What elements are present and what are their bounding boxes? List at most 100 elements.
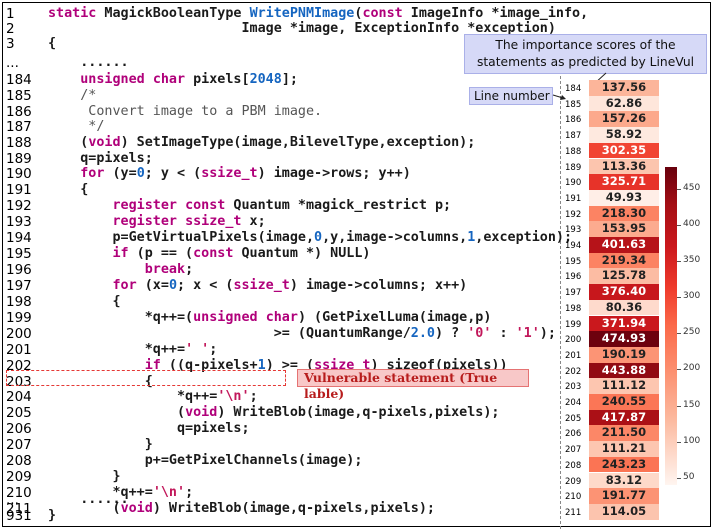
colorbar-tick xyxy=(677,260,681,262)
colorbar-tick-label: 300 xyxy=(683,291,701,302)
line-number: 204 xyxy=(6,389,32,405)
vulnerable-line-highlight xyxy=(6,370,286,386)
colorbar-tick-label: 350 xyxy=(683,254,701,265)
line-number: 196 xyxy=(6,262,32,278)
line-number: 200 xyxy=(6,326,32,342)
line-number: 197 xyxy=(6,278,32,294)
importance-score-cell: 302.35 xyxy=(589,142,659,159)
line-number: 188 xyxy=(6,135,32,151)
heatmap-line-number: 200 xyxy=(565,335,582,346)
heatmap-line-number: 210 xyxy=(565,492,582,503)
importance-score-cell: 83.12 xyxy=(589,472,659,489)
importance-score-cell: 58.92 xyxy=(589,127,659,143)
code-line: { xyxy=(48,294,121,309)
code-line: if (p == (const Quantum *) NULL) xyxy=(112,246,371,261)
line-number: 199 xyxy=(6,310,32,326)
code-line: /* xyxy=(48,88,97,103)
code-line: static MagickBooleanType WritePNMImage(c… xyxy=(48,6,589,21)
code-line: for (y=0; y < (ssize_t) image->rows; y++… xyxy=(80,166,411,181)
line-number: 192 xyxy=(6,198,32,214)
code-line: *q++=' '; xyxy=(48,342,218,357)
code-line: */ xyxy=(48,119,105,134)
heatmap-line-number: 207 xyxy=(565,445,582,456)
line-number: ... xyxy=(6,492,19,508)
code-line: { xyxy=(48,36,57,51)
code-line: register ssize_t x; xyxy=(112,214,266,229)
heatmap-line-number: 188 xyxy=(565,146,582,157)
heatmap-line-number: 201 xyxy=(565,350,582,361)
importance-score-cell: 325.71 xyxy=(589,174,659,190)
importance-score-cell: 401.63 xyxy=(589,237,659,253)
heatmap-line-number: 194 xyxy=(565,241,582,251)
importance-score-cell: 49.93 xyxy=(589,189,659,206)
code-line: for (x=0; x < (ssize_t) image->columns; … xyxy=(112,278,468,293)
line-number: 189 xyxy=(6,151,32,167)
colorbar xyxy=(665,167,677,485)
colorbar-tick xyxy=(677,333,681,335)
heatmap-line-number: 211 xyxy=(565,507,582,518)
colorbar-tick xyxy=(677,297,681,299)
code-line: { xyxy=(48,182,89,197)
code-line: break; xyxy=(144,262,194,277)
code-line: (void) WriteBlob(image,q-pixels,pixels); xyxy=(48,405,500,420)
colorbar-tick-label: 150 xyxy=(683,399,701,410)
importance-score-cell: 417.87 xyxy=(589,409,659,426)
importance-score-cell: 113.36 xyxy=(589,158,659,175)
code-line: *q++='\n'; xyxy=(48,389,258,404)
importance-score-cell: 474.93 xyxy=(589,331,659,347)
line-number: 185 xyxy=(6,88,32,104)
heatmap-line-number: 195 xyxy=(565,256,582,267)
importance-score-cell: 80.36 xyxy=(589,299,659,316)
line-number: 207 xyxy=(6,437,32,453)
code-line: ...... xyxy=(48,55,129,70)
importance-score-cell: 125.78 xyxy=(589,268,659,285)
heatmap-line-number: 196 xyxy=(565,272,582,283)
code-line: unsigned char pixels[2048]; xyxy=(80,72,298,87)
code-line: p+=GetPixelChannels(image); xyxy=(48,453,363,468)
line-number: 187 xyxy=(6,119,32,135)
line-number: ... xyxy=(6,55,19,71)
line-number: 201 xyxy=(6,342,32,358)
heatmap-line-number: 204 xyxy=(565,398,582,408)
importance-score-cell: 191.77 xyxy=(589,488,659,504)
code-line: } xyxy=(48,437,153,452)
code-line: *q++=(unsigned char) (GetPixelLuma(image… xyxy=(48,310,492,325)
heatmap-line-number: 191 xyxy=(565,193,582,204)
importance-scores-note: The importance scores of the statements … xyxy=(464,34,707,74)
heatmap-line-number: 208 xyxy=(565,460,582,471)
line-number: 3 xyxy=(6,36,15,52)
code-line: } xyxy=(48,508,57,523)
line-number: 205 xyxy=(6,405,32,421)
code-line: register const Quantum *magick_restrict … xyxy=(112,198,452,213)
line-number: 190 xyxy=(6,166,32,182)
heatmap-line-number: 205 xyxy=(565,413,582,424)
heatmap-line-number: 198 xyxy=(565,303,582,314)
code-line: q=pixels; xyxy=(48,151,153,166)
importance-score-cell: 371.94 xyxy=(589,315,659,332)
column-divider xyxy=(560,66,561,529)
heatmap-line-number: 187 xyxy=(565,131,582,142)
code-line: } xyxy=(48,469,121,484)
importance-score-cell: 114.05 xyxy=(589,503,659,520)
heatmap-line-number: 185 xyxy=(565,99,582,110)
line-number: 208 xyxy=(6,453,32,469)
importance-score-cell: 153.95 xyxy=(589,221,659,237)
colorbar-tick xyxy=(677,224,681,226)
heatmap-row: 211 114.05 xyxy=(563,503,661,523)
importance-heatmap: 184 137.56 185 62.86 186 157.26 187 58.92 188 302… xyxy=(563,80,661,520)
colorbar-tick xyxy=(677,405,681,407)
importance-score-cell: 190.19 xyxy=(589,346,659,363)
colorbar-tick-label: 50 xyxy=(683,471,695,482)
importance-score-cell: 211.50 xyxy=(589,425,659,442)
heatmap-line-number: 189 xyxy=(565,162,582,173)
importance-score-cell: 243.23 xyxy=(589,456,659,473)
heatmap-line-number: 193 xyxy=(565,225,582,236)
heatmap-line-number: 209 xyxy=(565,476,582,487)
line-number: 2 xyxy=(6,21,15,37)
line-number: 194 xyxy=(6,230,32,246)
heatmap-line-number: 184 xyxy=(565,84,582,94)
importance-score-cell: 443.88 xyxy=(589,362,659,379)
colorbar-tick xyxy=(677,477,681,479)
heatmap-line-number: 203 xyxy=(565,382,582,393)
importance-score-cell: 218.30 xyxy=(589,205,659,222)
